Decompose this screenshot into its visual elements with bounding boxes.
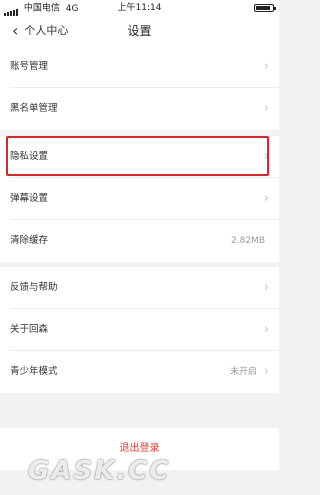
settings-item-label: 反馈与帮助 bbox=[10, 282, 58, 293]
settings-item-label: 青少年模式 bbox=[10, 366, 58, 377]
settings-item-account[interactable]: 账号管理 › bbox=[0, 46, 279, 88]
chevron-left-icon: ‹ bbox=[12, 21, 19, 40]
chevron-right-icon: › bbox=[263, 364, 269, 379]
settings-item-label: 隐私设置 bbox=[10, 151, 49, 162]
status-time: 上午11:14 bbox=[117, 3, 162, 13]
settings-group-about: 反馈与帮助 › 关于回森 › 青少年模式 未开启 › bbox=[0, 267, 279, 393]
chevron-right-icon: › bbox=[263, 59, 269, 74]
settings-item-clear-cache[interactable]: 清除缓存 2.82MB bbox=[0, 220, 279, 262]
chevron-right-icon: › bbox=[263, 191, 269, 206]
settings-item-blacklist[interactable]: 黑名单管理 › bbox=[0, 88, 279, 130]
settings-item-label: 弹幕设置 bbox=[10, 193, 49, 204]
settings-item-label: 关于回森 bbox=[10, 324, 49, 335]
chevron-right-icon: › bbox=[263, 149, 269, 164]
settings-item-feedback[interactable]: 反馈与帮助 › bbox=[0, 267, 279, 309]
status-bar: 中国电信 4G 上午11:14 bbox=[0, 0, 279, 16]
settings-item-label: 黑名单管理 bbox=[10, 103, 58, 114]
settings-item-label: 清除缓存 bbox=[10, 235, 49, 246]
settings-item-danmaku[interactable]: 弹幕设置 › bbox=[0, 178, 279, 220]
cache-size-value: 2.82MB bbox=[231, 236, 265, 246]
settings-item-label: 账号管理 bbox=[10, 61, 49, 72]
back-button[interactable]: ‹ 个人中心 bbox=[12, 16, 68, 46]
watermark-text: GASK.CC bbox=[28, 456, 171, 486]
chevron-right-icon: › bbox=[263, 322, 269, 337]
settings-item-about[interactable]: 关于回森 › bbox=[0, 309, 279, 351]
back-label: 个人中心 bbox=[24, 24, 69, 37]
nav-bar: 设置 ‹ 个人中心 bbox=[0, 16, 279, 46]
settings-group-account: 账号管理 › 黑名单管理 › bbox=[0, 46, 279, 130]
settings-item-teen-mode[interactable]: 青少年模式 未开启 › bbox=[0, 351, 279, 393]
battery-icon bbox=[254, 4, 276, 12]
settings-item-privacy[interactable]: 隐私设置 › bbox=[0, 136, 279, 178]
chevron-right-icon: › bbox=[263, 101, 269, 116]
settings-group-privacy: 隐私设置 › 弹幕设置 › 清除缓存 2.82MB bbox=[0, 136, 279, 262]
chevron-right-icon: › bbox=[263, 280, 269, 295]
teen-mode-status: 未开启 bbox=[229, 367, 257, 377]
